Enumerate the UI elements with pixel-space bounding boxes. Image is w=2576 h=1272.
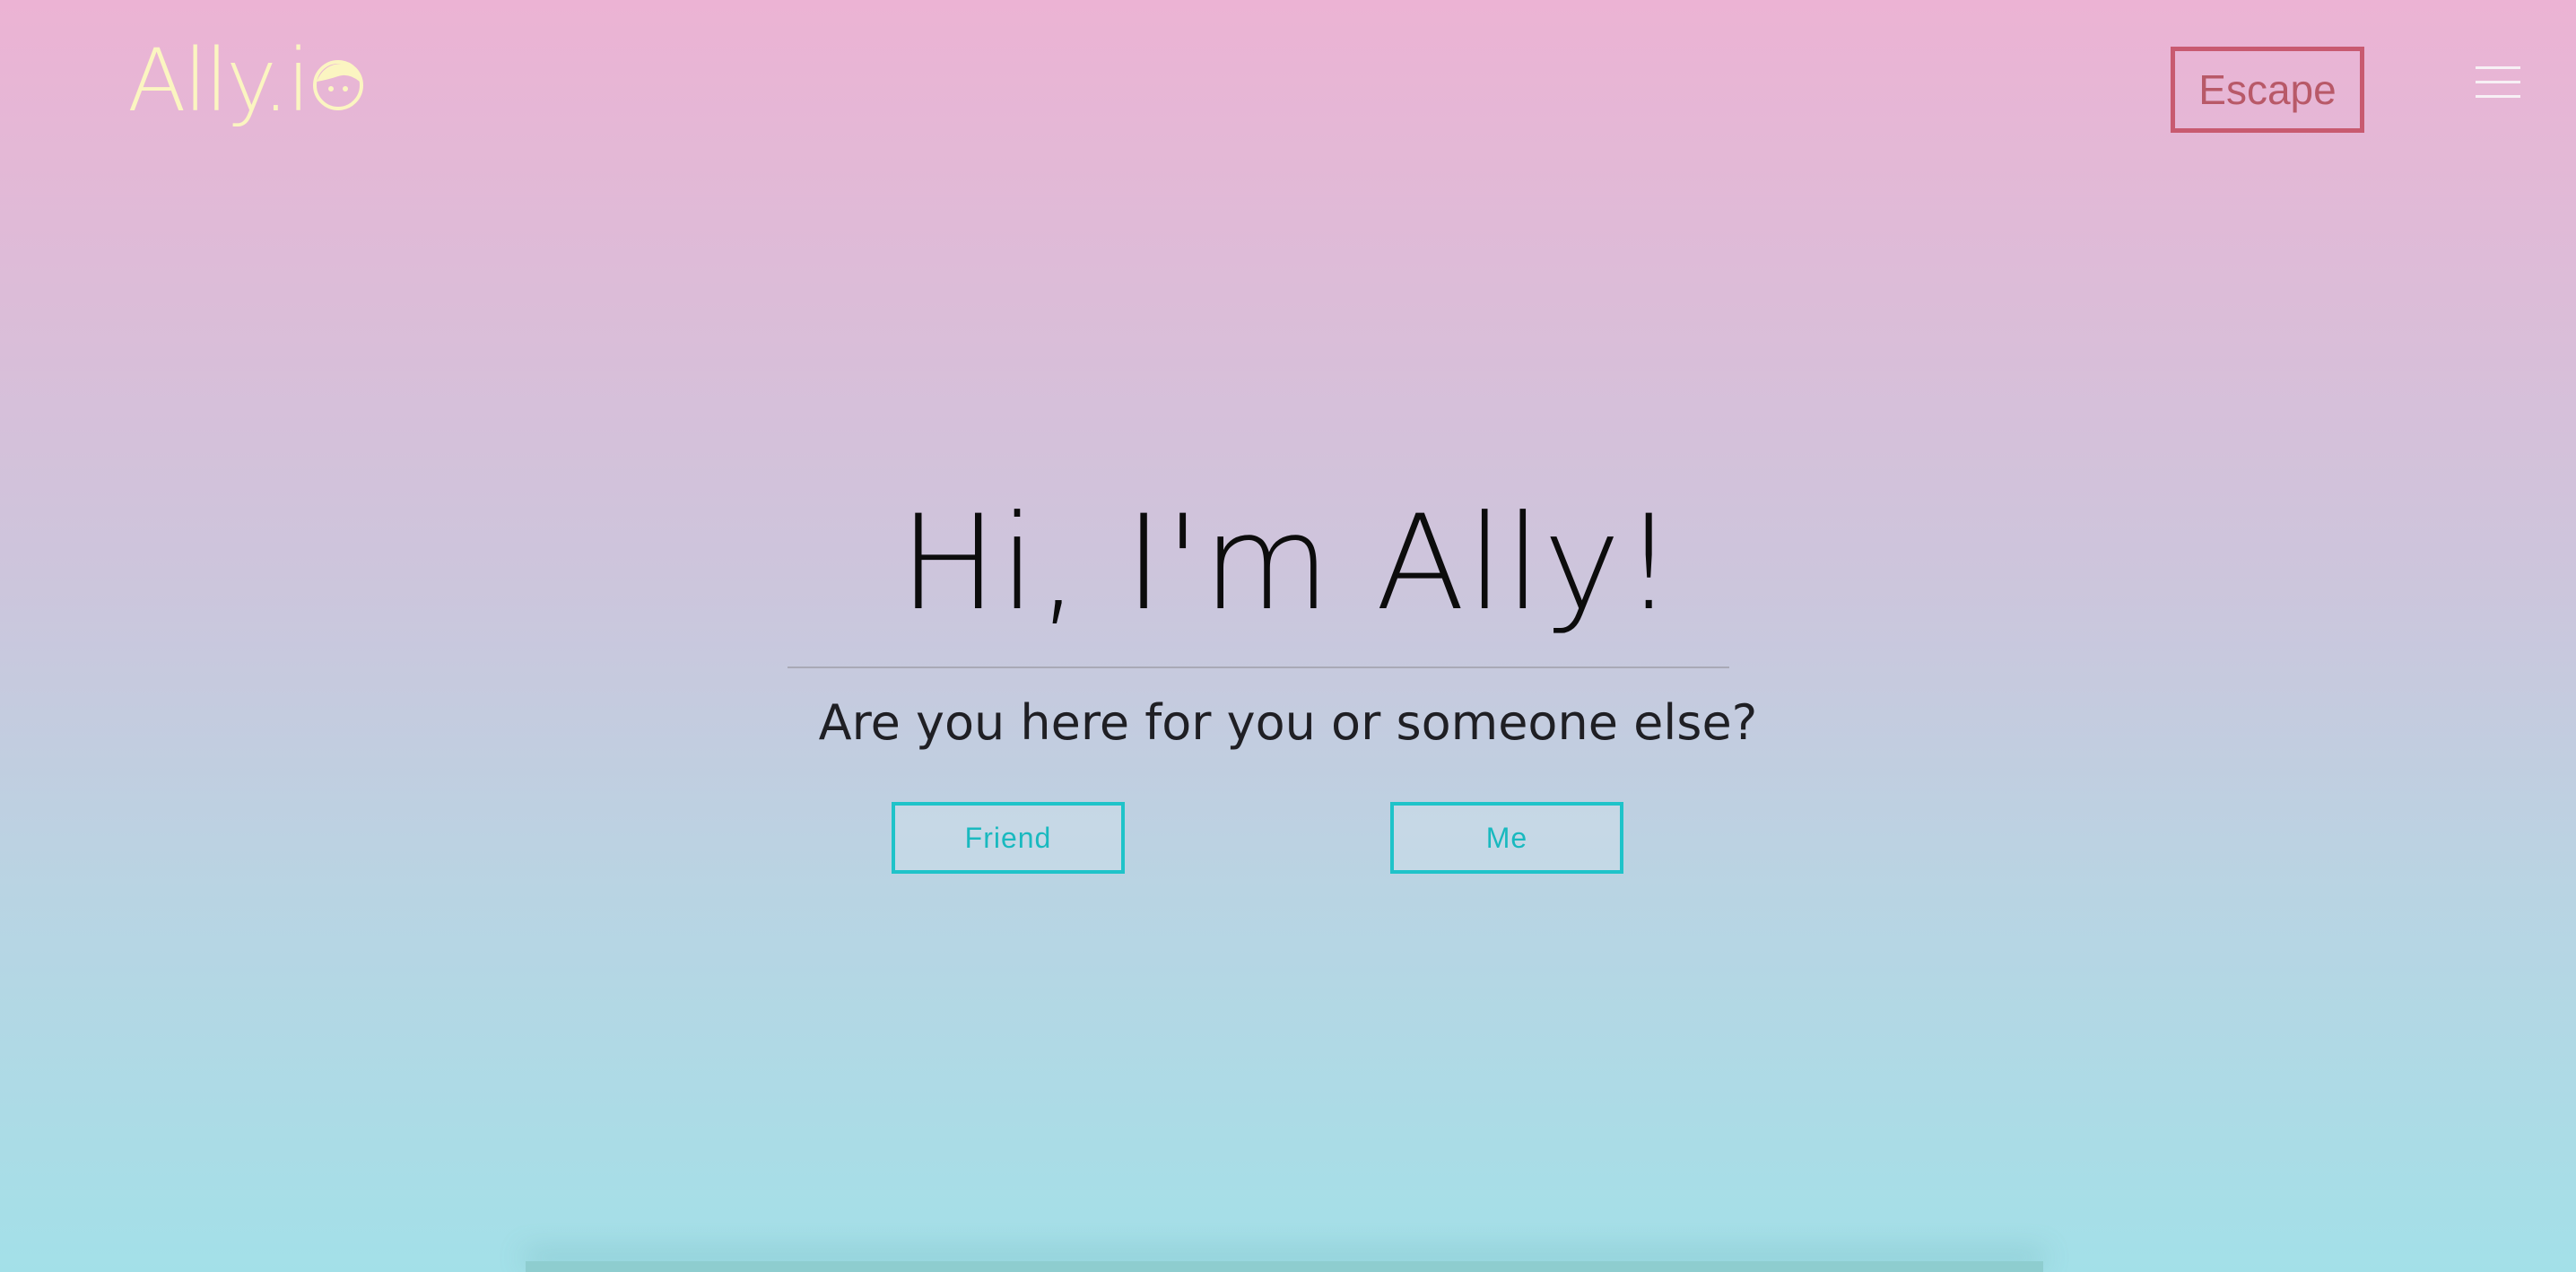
menu-line	[2476, 66, 2520, 69]
hamburger-menu-icon[interactable]	[2476, 66, 2520, 99]
menu-line	[2476, 81, 2520, 83]
logo[interactable]: Ally.i	[127, 38, 365, 124]
logo-text: Ally.i	[127, 30, 310, 131]
hero-question: Are you here for you or someone else?	[818, 694, 1758, 751]
menu-line	[2476, 95, 2520, 98]
hero-title: Hi, I'm Ally!	[899, 487, 1677, 640]
bottom-panel	[526, 1261, 2043, 1272]
divider	[788, 666, 1729, 668]
friend-button[interactable]: Friend	[892, 802, 1125, 874]
me-button[interactable]: Me	[1390, 802, 1623, 874]
face-icon	[313, 60, 364, 110]
escape-button[interactable]: Escape	[2171, 47, 2364, 133]
